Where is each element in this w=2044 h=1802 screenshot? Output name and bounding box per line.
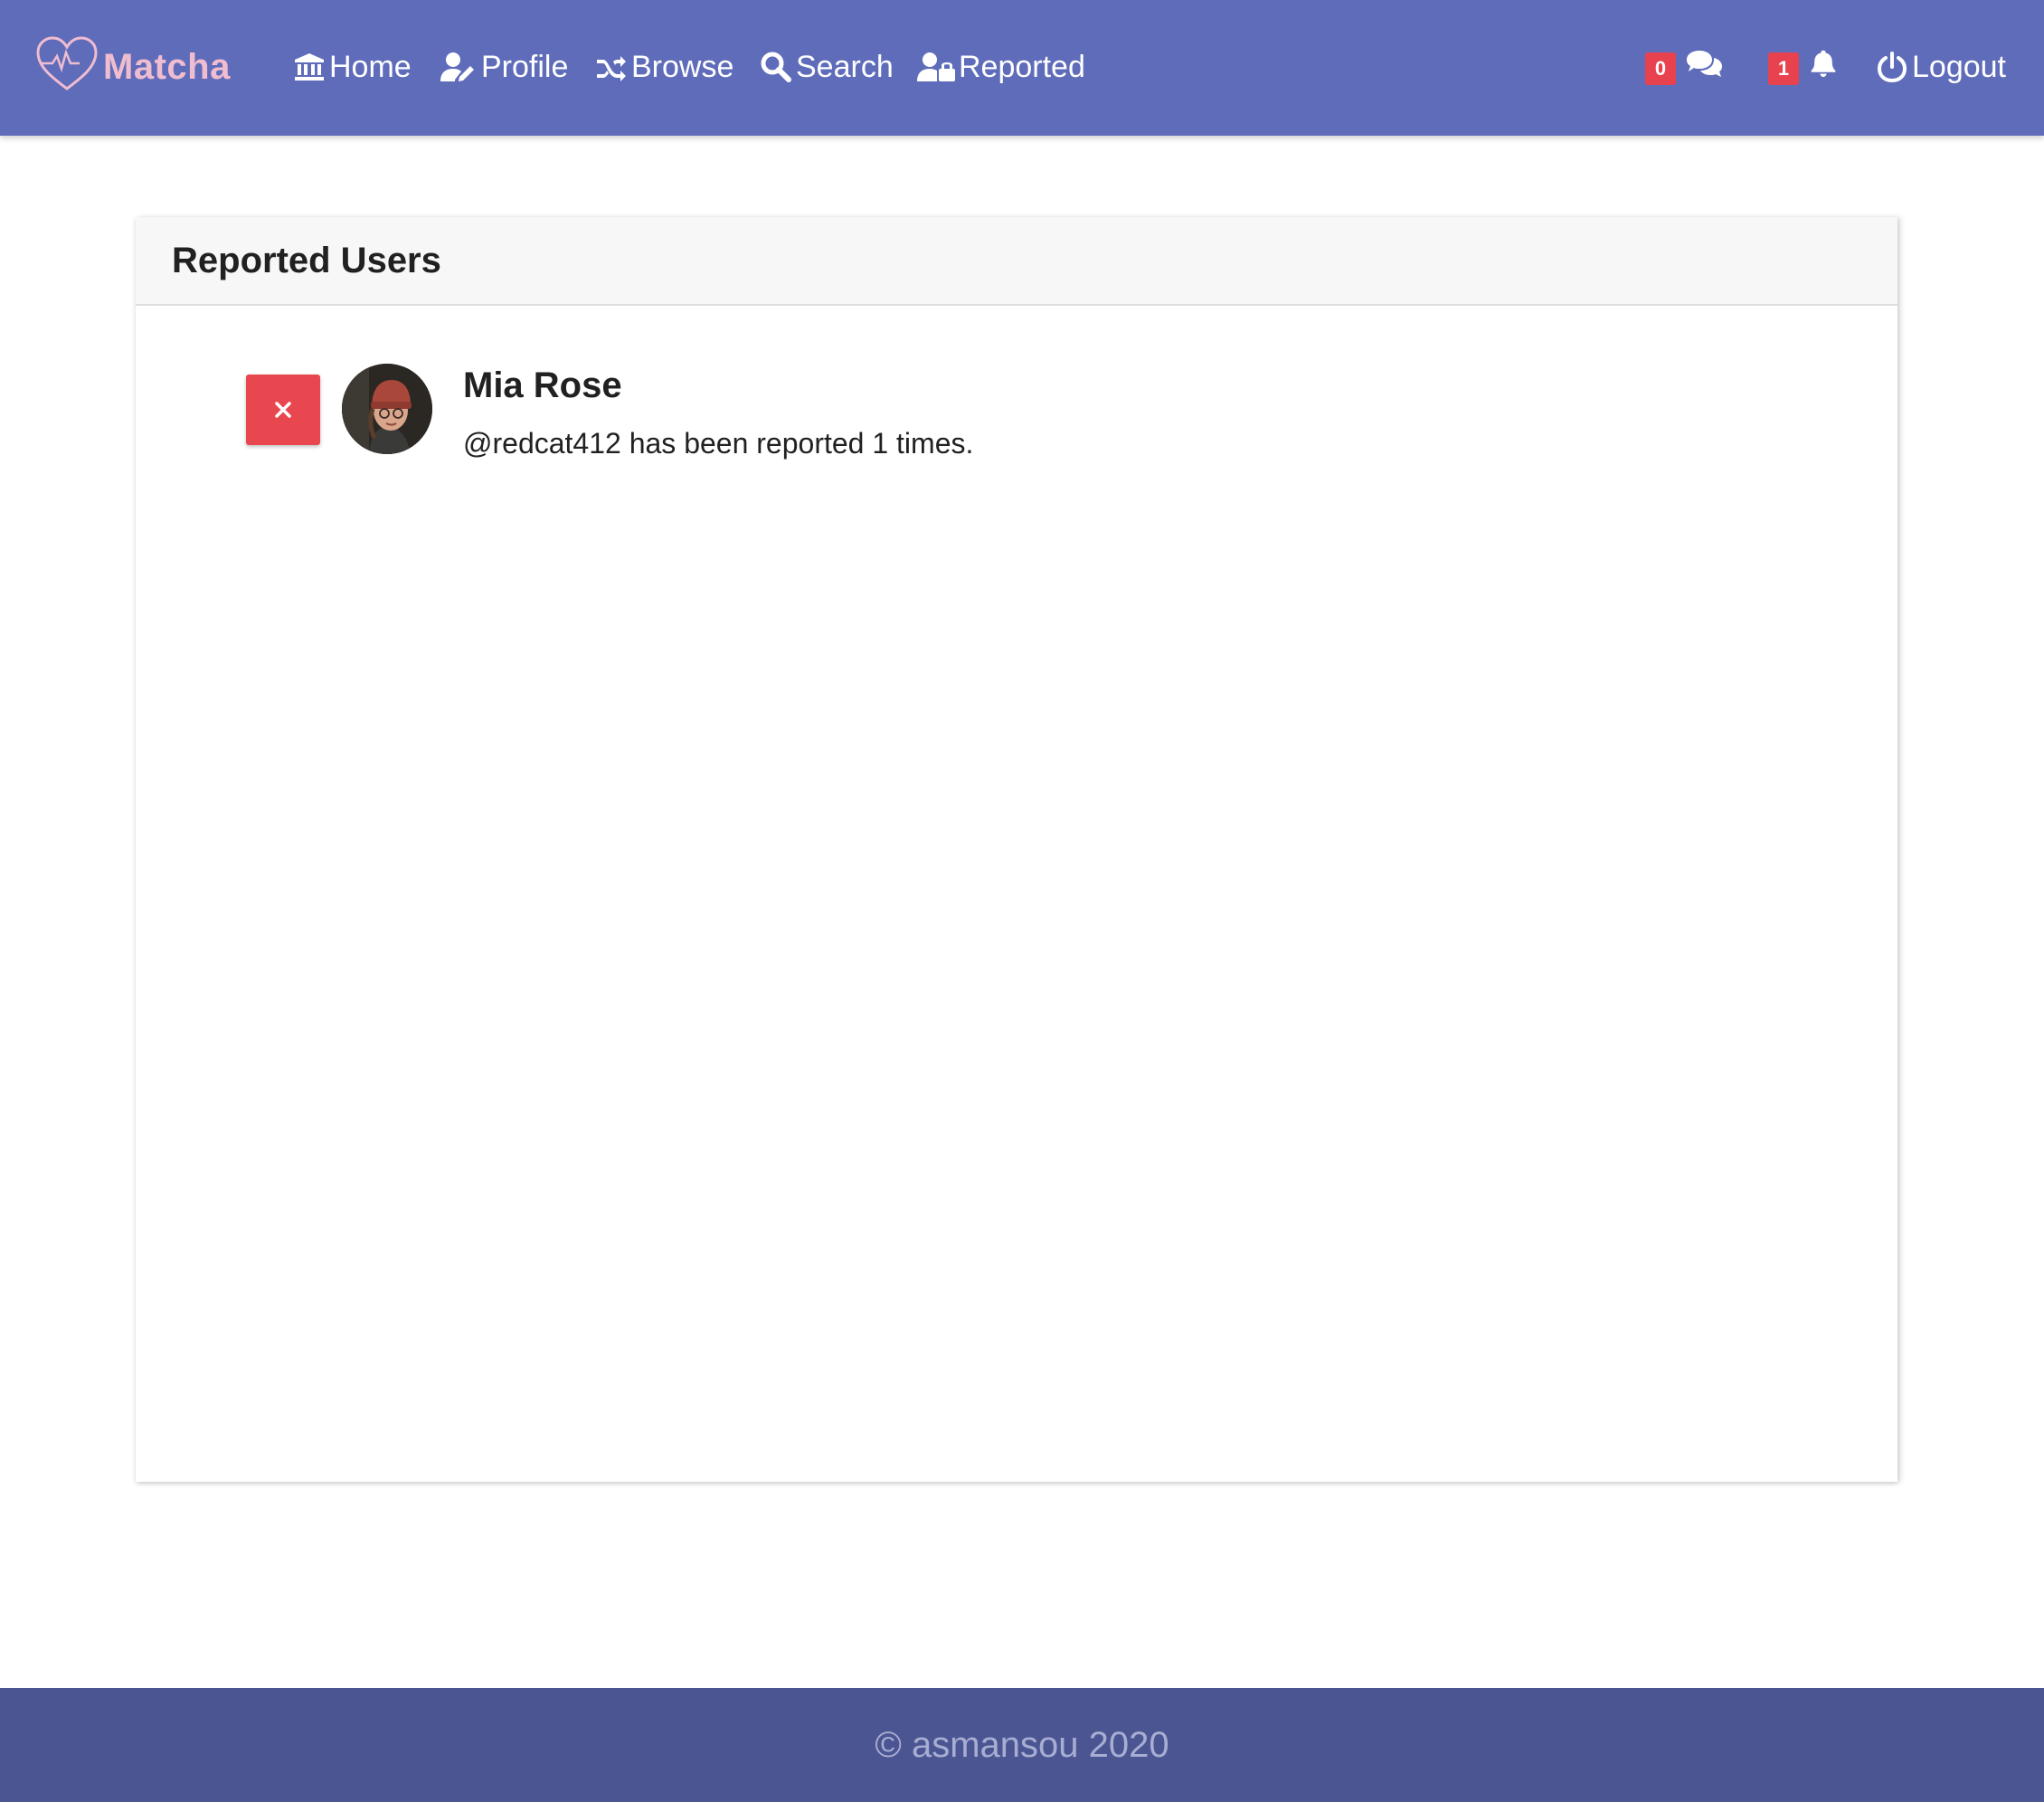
nav-browse-link[interactable]: Browse	[595, 42, 733, 92]
user-lock-icon	[917, 52, 955, 81]
messages-button[interactable]	[1686, 47, 1724, 84]
bell-icon	[1811, 50, 1836, 78]
university-icon	[295, 53, 324, 81]
shuffle-icon	[597, 56, 626, 81]
user-edit-icon	[440, 52, 474, 81]
footer-copyright: © asmansou 2020	[875, 1724, 1169, 1765]
search-icon	[761, 52, 791, 82]
logout-label: Logout	[1912, 49, 2006, 84]
brand-logo-link[interactable]: Matcha	[34, 31, 231, 103]
reported-user-name[interactable]: Mia Rose	[463, 365, 622, 406]
logout-link[interactable]: Logout	[1876, 42, 2006, 92]
nav-profile-label: Profile	[481, 49, 569, 84]
heart-logo-icon	[34, 33, 99, 102]
notifications-count-badge: 1	[1768, 52, 1799, 85]
card-title: Reported Users	[136, 217, 1897, 306]
notifications-button[interactable]	[1809, 47, 1838, 84]
nav-browse-label: Browse	[631, 49, 734, 84]
nav-home-link[interactable]: Home	[293, 42, 412, 92]
remove-report-button[interactable]	[246, 375, 320, 445]
close-icon	[275, 402, 291, 418]
messages-count-badge: 0	[1645, 52, 1676, 85]
nav-search-link[interactable]: Search	[760, 42, 894, 92]
nav-home-label: Home	[329, 49, 412, 84]
top-navbar: Matcha Home Profile Browse Search Report…	[0, 0, 2044, 136]
reported-user-message: @redcat412 has been reported 1 times.	[463, 427, 974, 460]
nav-search-label: Search	[796, 49, 894, 84]
comments-icon	[1687, 51, 1722, 77]
nav-reported-label: Reported	[959, 49, 1085, 84]
nav-profile-link[interactable]: Profile	[440, 42, 568, 92]
power-icon	[1877, 52, 1907, 83]
avatar[interactable]	[342, 364, 432, 454]
nav-reported-link[interactable]: Reported	[917, 42, 1085, 92]
brand-name: Matcha	[103, 46, 231, 87]
reported-users-card: Reported Users Mia Rose @redcat412 has b…	[136, 217, 1897, 1482]
footer: © asmansou 2020	[0, 1688, 2044, 1802]
